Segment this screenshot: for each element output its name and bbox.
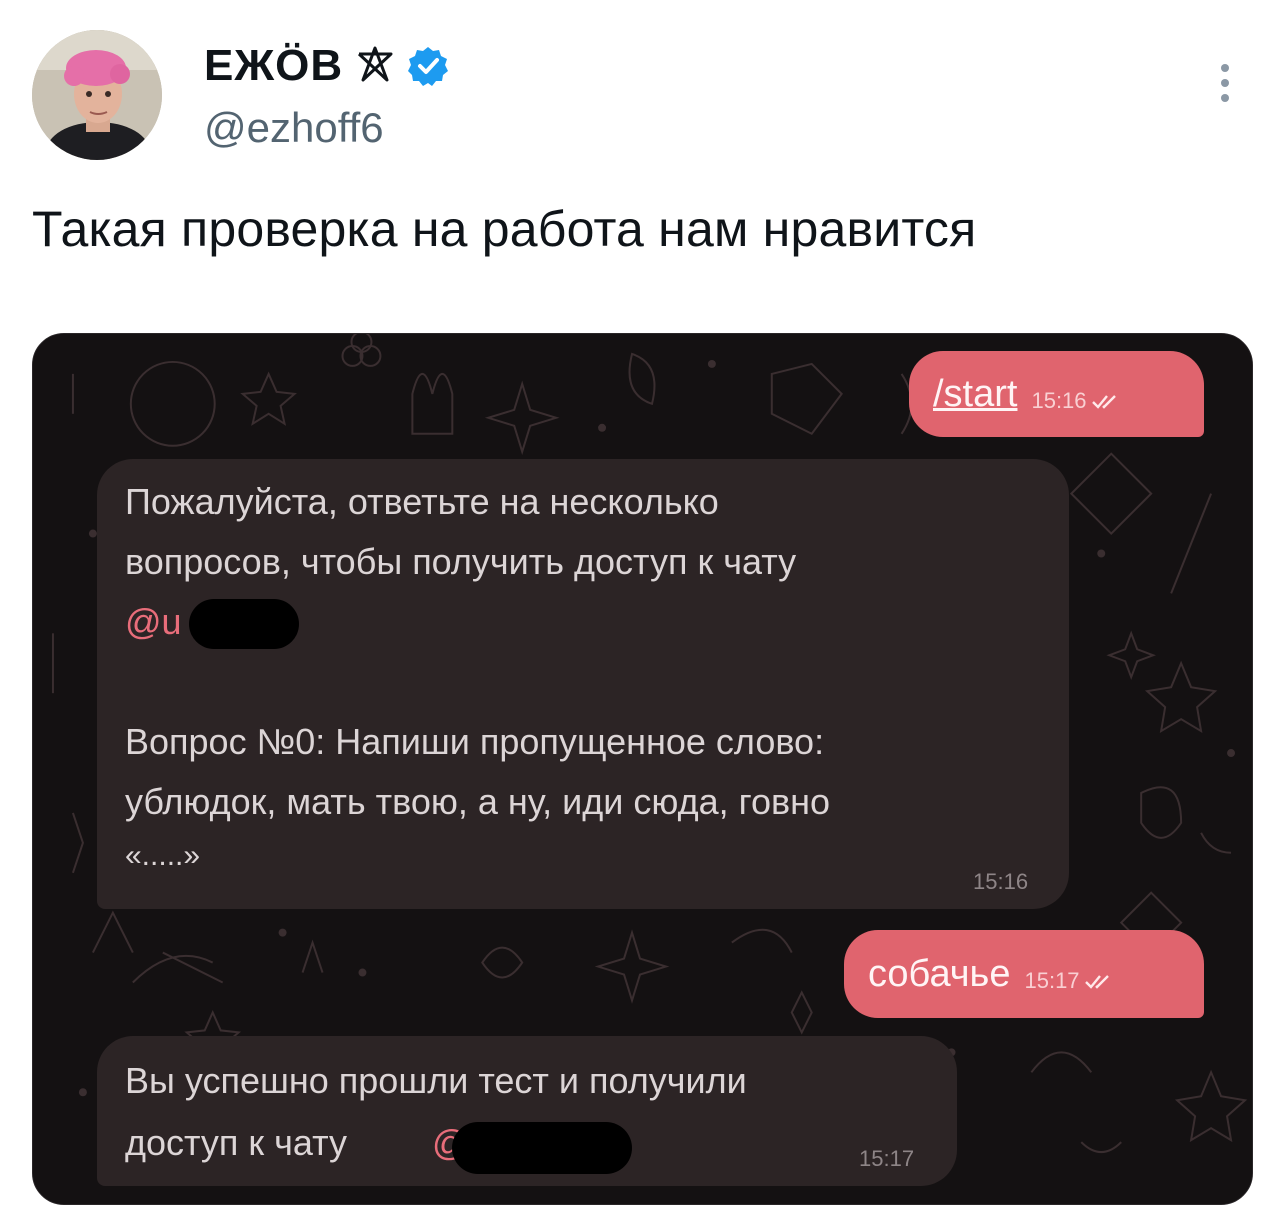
double-check-icon bbox=[1091, 395, 1116, 409]
message-meta: 15:17 bbox=[1024, 968, 1113, 994]
avatar[interactable] bbox=[32, 30, 162, 160]
message-time: 15:16 bbox=[1031, 388, 1087, 413]
author-handle[interactable]: @ezhoff6 bbox=[204, 104, 384, 152]
pentagram-icon bbox=[358, 46, 393, 82]
message-time: 15:16 bbox=[973, 869, 1029, 894]
message-line: доступ к чату bbox=[125, 1122, 348, 1163]
message-line: Вы успешно прошли тест и получили bbox=[125, 1060, 747, 1101]
redaction-mark bbox=[452, 1122, 632, 1174]
question-line: «.....» bbox=[125, 839, 201, 872]
tweet-media-image[interactable]: /start 15:16 Пожалуйста, ответьте на нес… bbox=[32, 333, 1253, 1205]
chat-mention-link[interactable]: @u bbox=[125, 601, 182, 643]
display-name[interactable]: ЕЖÖВ bbox=[204, 41, 343, 91]
verified-badge-icon bbox=[408, 47, 449, 86]
question-line: ублюдок, мать твою, а ну, иди сюда, говн… bbox=[125, 781, 831, 822]
message-text: собачье bbox=[868, 952, 1011, 995]
avatar-photo bbox=[32, 30, 162, 160]
message-line: Пожалуйста, ответьте на несколько bbox=[125, 481, 719, 522]
message-incoming-success[interactable]: Вы успешно прошли тест и получили доступ… bbox=[97, 1036, 957, 1186]
author-name-row[interactable]: ЕЖÖВ bbox=[204, 38, 449, 94]
message-line: вопросов, чтобы получить доступ к чату bbox=[125, 541, 797, 582]
message-meta: 15:16 bbox=[1031, 388, 1120, 414]
message-outgoing-start[interactable]: /start 15:16 bbox=[909, 351, 1204, 437]
question-line: Вопрос №0: Напиши пропущенное слово: bbox=[125, 721, 825, 762]
double-check-icon bbox=[1084, 975, 1109, 989]
message-time: 15:17 bbox=[859, 1146, 915, 1171]
message-outgoing-answer[interactable]: собачье 15:17 bbox=[844, 930, 1204, 1018]
bot-command-link[interactable]: /start bbox=[933, 373, 1017, 416]
tweet-text: Такая проверка на работа нам нравится bbox=[32, 201, 977, 257]
message-time: 15:17 bbox=[1024, 968, 1080, 993]
message-incoming-questionnaire[interactable]: Пожалуйста, ответьте на несколько вопрос… bbox=[97, 459, 1069, 909]
more-vertical-icon[interactable] bbox=[1211, 60, 1239, 106]
redaction-mark bbox=[189, 599, 299, 649]
